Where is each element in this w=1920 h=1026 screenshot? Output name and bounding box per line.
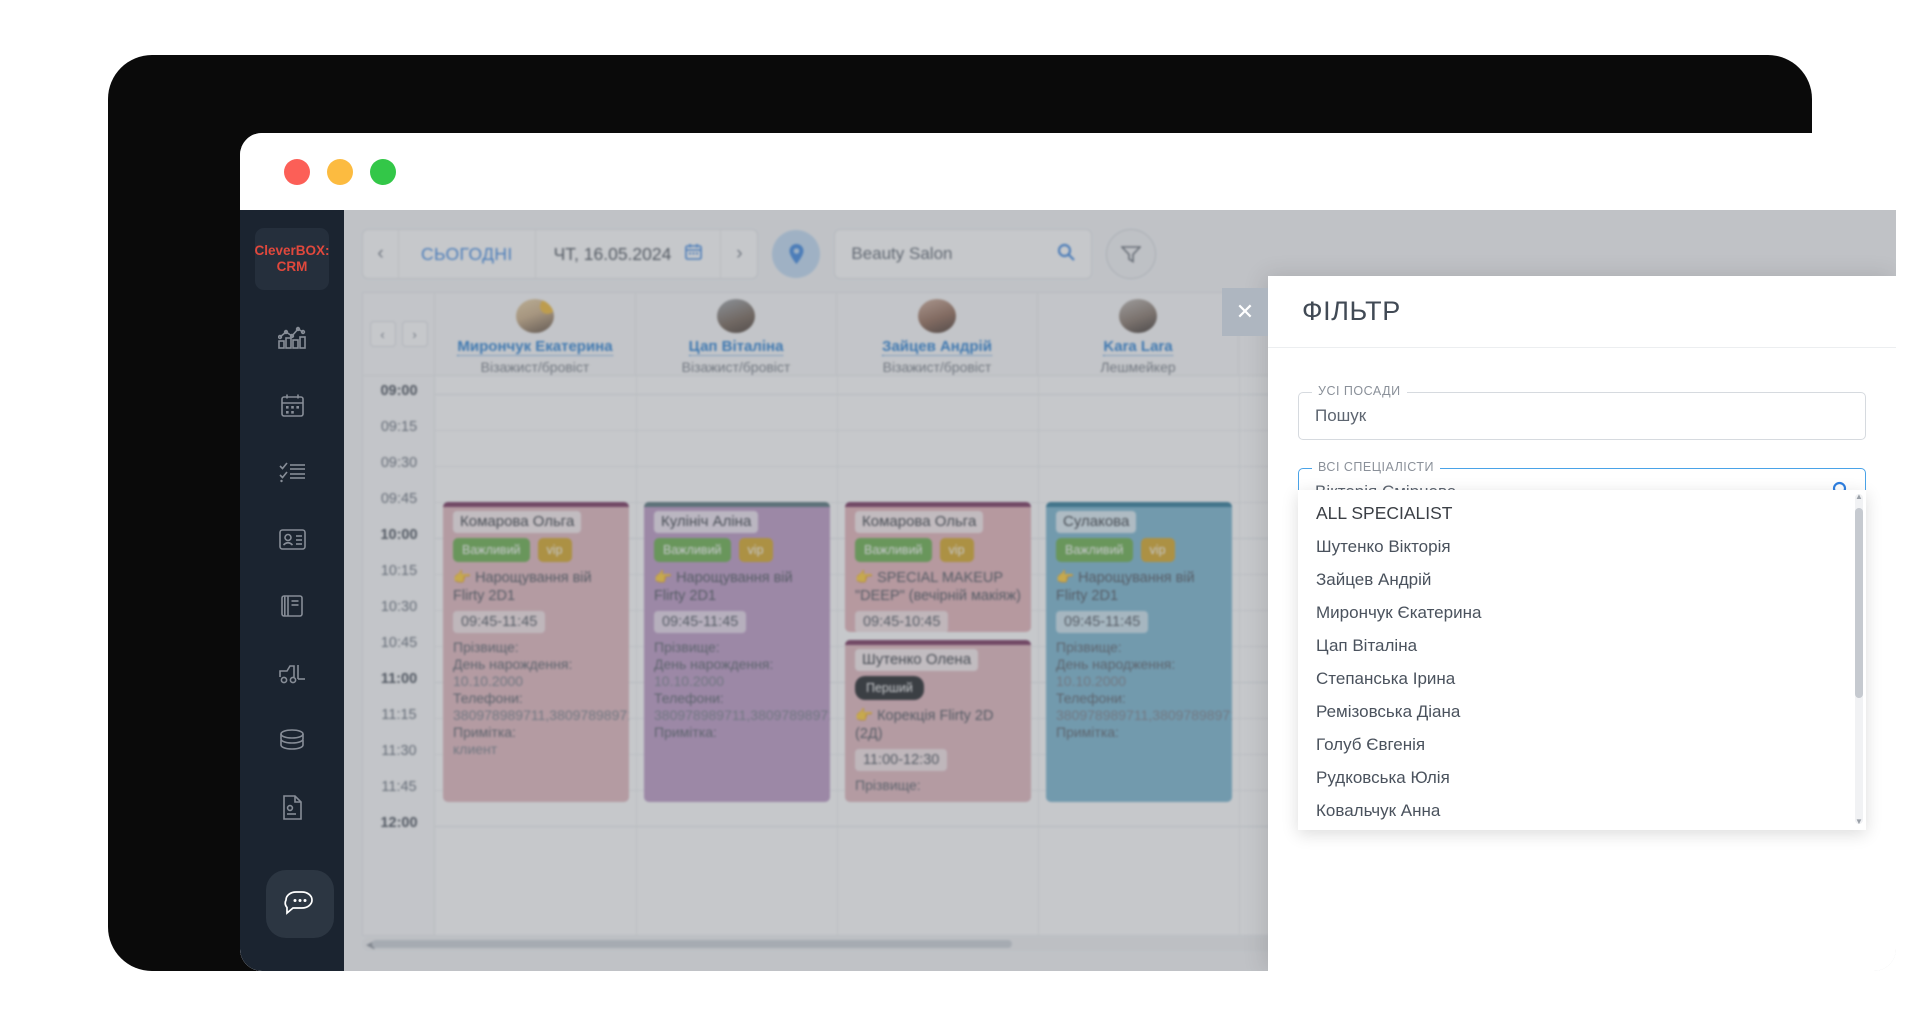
- position-filter-field: УСІ ПОСАДИ Пошук: [1298, 384, 1866, 440]
- dropdown-option[interactable]: Степанська Ірина: [1298, 662, 1866, 695]
- filter-panel-header: ✕ ФІЛЬТР: [1222, 276, 1896, 348]
- calendar-icon[interactable]: [269, 386, 315, 424]
- dropdown-option[interactable]: Цап Віталіна: [1298, 629, 1866, 662]
- dropdown-option[interactable]: Шутенко Вікторія: [1298, 530, 1866, 563]
- device-screen: CleverBOX: CRM ‹ СЬОГОДНІ ЧТ, 16.05.2024…: [240, 133, 1896, 971]
- dropdown-option[interactable]: Ковальчук Анна: [1298, 794, 1866, 827]
- scroll-up-arrow[interactable]: ▲: [1855, 492, 1863, 501]
- dropdown-option[interactable]: Рудковська Юлія: [1298, 761, 1866, 794]
- coins-stack-icon[interactable]: [269, 721, 315, 759]
- dropdown-scrollbar[interactable]: ▲ ▼: [1855, 492, 1863, 826]
- scroll-down-arrow[interactable]: ▼: [1855, 817, 1863, 826]
- close-icon[interactable]: ✕: [1222, 287, 1268, 336]
- window-titlebar: [240, 133, 1896, 210]
- dropdown-option[interactable]: Ремізовська Діана: [1298, 695, 1866, 728]
- window-minimize-button[interactable]: [327, 159, 353, 185]
- chat-bubble-icon[interactable]: [266, 870, 334, 938]
- specialist-field-legend: ВСІ СПЕЦІАЛІСТИ: [1312, 460, 1440, 474]
- page-title: ФІЛЬТР: [1302, 296, 1401, 326]
- analytics-chart-icon[interactable]: [269, 319, 315, 357]
- checklist-icon[interactable]: [269, 453, 315, 491]
- book-icon[interactable]: [269, 587, 315, 625]
- dropdown-option[interactable]: Зайцев Андрій: [1298, 563, 1866, 596]
- left-sidebar: CleverBOX: CRM: [240, 210, 344, 971]
- position-input[interactable]: Пошук: [1315, 406, 1366, 426]
- scrollbar-thumb[interactable]: [1855, 508, 1863, 698]
- document-icon[interactable]: [269, 788, 315, 826]
- application-root: CleverBOX: CRM ‹ СЬОГОДНІ ЧТ, 16.05.2024…: [240, 210, 1896, 971]
- window-maximize-button[interactable]: [370, 159, 396, 185]
- dropdown-option[interactable]: Голуб Євгенія: [1298, 728, 1866, 761]
- position-field-legend: УСІ ПОСАДИ: [1312, 384, 1407, 398]
- brand-logo[interactable]: CleverBOX: CRM: [254, 228, 330, 290]
- dropdown-option[interactable]: Мирончук Єкатерина: [1298, 596, 1866, 629]
- window-close-button[interactable]: [284, 159, 310, 185]
- specialist-dropdown-list[interactable]: ALL SPECIALIST Шутенко Вікторія Зайцев А…: [1298, 490, 1866, 830]
- brand-line-2: CRM: [276, 259, 308, 274]
- filter-panel: ✕ ФІЛЬТР УСІ ПОСАДИ Пошук ВСІ СПЕЦІАЛІСТ…: [1222, 276, 1896, 971]
- contact-card-icon[interactable]: [269, 520, 315, 558]
- device-frame: CleverBOX: CRM ‹ СЬОГОДНІ ЧТ, 16.05.2024…: [108, 55, 1896, 971]
- brand-line-1: CleverBOX:: [254, 243, 330, 258]
- position-input-box[interactable]: УСІ ПОСАДИ Пошук: [1298, 384, 1866, 440]
- dropdown-option[interactable]: ALL SPECIALIST: [1298, 497, 1866, 530]
- forklift-icon[interactable]: [269, 654, 315, 692]
